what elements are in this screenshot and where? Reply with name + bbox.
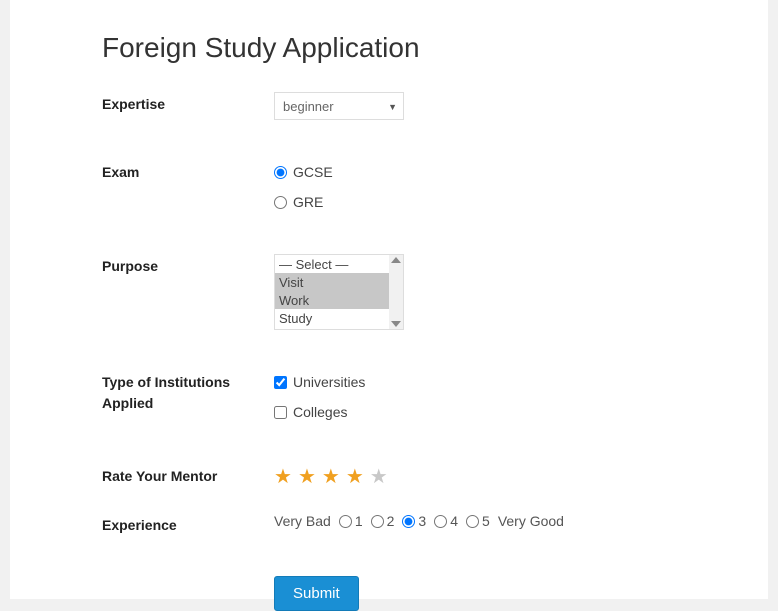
experience-option[interactable]: 2	[371, 513, 395, 529]
row-experience: Experience Very Bad 1 2 3 4 5 Very Good	[102, 513, 768, 536]
exam-radio-gre[interactable]	[274, 196, 287, 209]
exam-option-label: GRE	[293, 194, 323, 210]
experience-leading: Very Bad	[274, 513, 331, 529]
institution-checkbox-universities[interactable]	[274, 376, 287, 389]
purpose-field: — Select — Visit Work Study	[274, 254, 768, 330]
star-icon[interactable]: ★	[322, 464, 340, 489]
scroll-down-icon	[391, 321, 401, 327]
mentor-label: Rate Your Mentor	[102, 464, 274, 487]
purpose-scrollbar[interactable]	[389, 255, 403, 329]
page-title: Foreign Study Application	[102, 32, 768, 64]
experience-option[interactable]: 5	[466, 513, 490, 529]
exam-label: Exam	[102, 160, 274, 183]
exam-option-label: GCSE	[293, 164, 333, 180]
row-expertise: Expertise beginner ▼	[102, 92, 768, 120]
expertise-label: Expertise	[102, 92, 274, 115]
mentor-stars[interactable]: ★ ★ ★ ★ ★	[274, 464, 768, 489]
experience-option-label: 2	[387, 513, 395, 529]
expertise-field: beginner ▼	[274, 92, 768, 120]
experience-trailing: Very Good	[498, 513, 564, 529]
scroll-up-icon	[391, 257, 401, 263]
purpose-option-study[interactable]: Study	[275, 309, 403, 327]
experience-option-label: 4	[450, 513, 458, 529]
experience-option-label: 5	[482, 513, 490, 529]
exam-option-gcse[interactable]: GCSE	[274, 160, 768, 184]
star-icon[interactable]: ★	[274, 464, 292, 489]
experience-option[interactable]: 4	[434, 513, 458, 529]
purpose-listbox[interactable]: — Select — Visit Work Study	[274, 254, 404, 330]
institution-option-colleges[interactable]: Colleges	[274, 400, 768, 424]
institution-checkbox-colleges[interactable]	[274, 406, 287, 419]
row-mentor: Rate Your Mentor ★ ★ ★ ★ ★	[102, 464, 768, 489]
purpose-label: Purpose	[102, 254, 274, 277]
exam-option-gre[interactable]: GRE	[274, 190, 768, 214]
submit-field: Submit	[274, 576, 768, 611]
spacer	[102, 576, 274, 578]
experience-radio-3[interactable]	[402, 515, 415, 528]
institution-option-label: Universities	[293, 374, 365, 390]
expertise-select[interactable]: beginner ▼	[274, 92, 404, 120]
experience-radio-1[interactable]	[339, 515, 352, 528]
row-purpose: Purpose — Select — Visit Work Study	[102, 254, 768, 330]
experience-option[interactable]: 1	[339, 513, 363, 529]
experience-radio-4[interactable]	[434, 515, 447, 528]
experience-option-label: 1	[355, 513, 363, 529]
row-institutions: Type of Institutions Applied Universitie…	[102, 370, 768, 424]
row-exam: Exam GCSE GRE	[102, 160, 768, 214]
submit-button[interactable]: Submit	[274, 576, 359, 611]
expertise-value: beginner	[283, 99, 334, 114]
star-icon[interactable]: ★	[298, 464, 316, 489]
experience-option[interactable]: 3	[402, 513, 426, 529]
institutions-field: Universities Colleges	[274, 370, 768, 424]
exam-radio-gcse[interactable]	[274, 166, 287, 179]
purpose-option-visit[interactable]: Visit	[275, 273, 403, 291]
star-icon[interactable]: ★	[370, 464, 388, 489]
experience-radio-5[interactable]	[466, 515, 479, 528]
institution-option-label: Colleges	[293, 404, 347, 420]
purpose-option-work[interactable]: Work	[275, 291, 403, 309]
experience-label: Experience	[102, 513, 274, 536]
row-submit: Submit	[102, 576, 768, 611]
experience-radio-2[interactable]	[371, 515, 384, 528]
institutions-label: Type of Institutions Applied	[102, 370, 274, 414]
mentor-field: ★ ★ ★ ★ ★	[274, 464, 768, 489]
chevron-down-icon: ▼	[388, 102, 397, 112]
experience-option-label: 3	[418, 513, 426, 529]
institution-option-universities[interactable]: Universities	[274, 370, 768, 394]
experience-field: Very Bad 1 2 3 4 5 Very Good	[274, 513, 768, 529]
star-icon[interactable]: ★	[346, 464, 364, 489]
form-page: Foreign Study Application Expertise begi…	[10, 0, 768, 599]
purpose-option-select[interactable]: — Select —	[275, 255, 403, 273]
exam-field: GCSE GRE	[274, 160, 768, 214]
